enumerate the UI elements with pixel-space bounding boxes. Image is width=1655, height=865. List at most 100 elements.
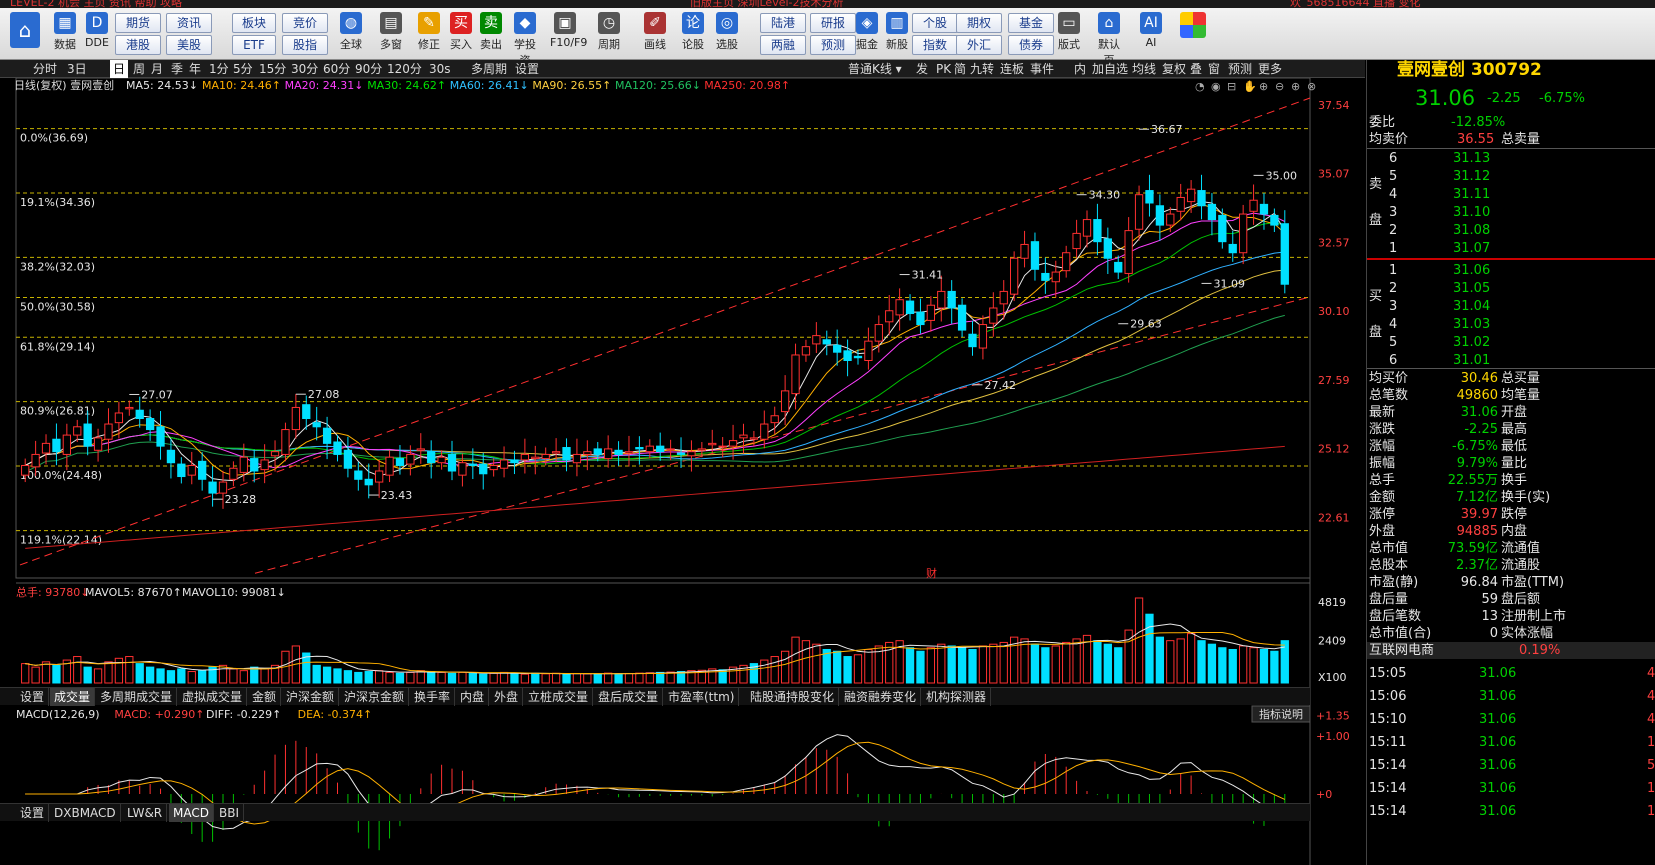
toolbar-button-19[interactable]: ◈ 掘金 <box>852 12 882 58</box>
volume-tabs-tab-2[interactable]: 多周期成交量 <box>96 688 178 706</box>
chart-option-9[interactable]: 均线 <box>1132 60 1156 78</box>
toolbar-button-0[interactable]: ▦ 数据 <box>50 12 80 58</box>
toolbar-pair-button[interactable]: 个股 <box>912 13 958 33</box>
chart-tool-icon-2[interactable]: ⊟ <box>1227 80 1236 93</box>
toolbar-pair-button[interactable]: 板块 <box>232 13 276 33</box>
period-11[interactable]: 60分 <box>320 60 353 78</box>
toolbar-button-1[interactable]: D DDE <box>82 12 112 58</box>
volume-tabs-tab-13[interactable]: 陆股通持股变化 <box>746 688 840 706</box>
chart-area[interactable]: 日线(复权) 壹网壹创 MA5: 24.53↓ MA10: 24.46↑ MA20: … <box>0 77 1365 865</box>
volume-tabs-tab-5[interactable]: 沪深金额 <box>282 688 340 706</box>
toolbar-button-13[interactable]: ◷ 周期 <box>594 12 624 58</box>
volume-tabs-tab-10[interactable]: 立桩成交量 <box>524 688 594 706</box>
chart-option-7[interactable]: 内 <box>1074 60 1086 78</box>
period-1[interactable]: 3日 <box>64 60 90 78</box>
period-7[interactable]: 1分 <box>206 60 232 78</box>
volume-tabs-tab-11[interactable]: 盘后成交量 <box>594 688 664 706</box>
volume-tabs-tab-1[interactable]: 成交量 <box>50 688 96 706</box>
toolbar-pair-button[interactable]: 陆港 <box>760 13 806 33</box>
toolbar-pair-button[interactable]: 预测 <box>810 35 856 55</box>
period-13[interactable]: 120分 <box>384 60 425 78</box>
period-16[interactable]: 设置 <box>512 60 542 78</box>
toolbar-button-6[interactable]: ◍ 全球 <box>336 12 366 58</box>
toolbar-pair-button[interactable]: 债券 <box>1008 35 1054 55</box>
toolbar-button-16[interactable]: ◎ 选股 <box>712 12 742 58</box>
toolbar-button-25[interactable]: ⌂默认页 <box>1094 12 1124 67</box>
home-icon[interactable]: ⌂ <box>8 12 42 58</box>
toolbar-pair-button[interactable]: 美股 <box>166 35 212 55</box>
toolbar-button-24[interactable]: ▭ 版式 <box>1054 12 1084 58</box>
toolbar-button-8[interactable]: ✎ 修正 <box>414 12 444 58</box>
toolbar-button-7[interactable]: ▤ 多窗 <box>376 12 406 58</box>
volume-tabs-tab-7[interactable]: 换手率 <box>410 688 456 706</box>
macd-tabs-tab-4[interactable]: BBI <box>215 804 245 822</box>
toolbar-pair-button[interactable]: 资讯 <box>166 13 212 33</box>
chart-tool-icon-1[interactable]: ◉ <box>1211 80 1221 93</box>
toolbar-pair-button[interactable]: 指数 <box>912 35 958 55</box>
macd-help-button[interactable]: 指标说明 <box>1259 707 1303 721</box>
period-14[interactable]: 30s <box>426 60 454 78</box>
volume-tabs-tab-0[interactable]: 设置 <box>16 688 50 706</box>
period-9[interactable]: 15分 <box>256 60 289 78</box>
chart-option-12[interactable]: 窗 <box>1208 60 1220 78</box>
toolbar-button-9[interactable]: 买买入 <box>446 12 476 58</box>
period-5[interactable]: 季 <box>168 60 186 78</box>
toolbar-pair-button[interactable]: 港股 <box>115 35 161 55</box>
chart-option-1[interactable]: 发 <box>916 60 928 78</box>
chart-option-3[interactable]: 简 <box>954 60 966 78</box>
toolbar-pair-button[interactable]: 基金 <box>1008 13 1054 33</box>
period-2[interactable]: 日 <box>110 60 129 78</box>
period-6[interactable]: 年 <box>186 60 204 78</box>
volume-tabs-tab-4[interactable]: 金额 <box>248 688 282 706</box>
toolbar-pair-button[interactable]: 期权 <box>956 13 1002 33</box>
chart-tool-icon-6[interactable]: ⊕ <box>1291 80 1300 93</box>
volume-tabs-tab-8[interactable]: 内盘 <box>456 688 490 706</box>
volume-tabs-tab-6[interactable]: 沪深京金额 <box>340 688 410 706</box>
chart-tool-icon-7[interactable]: ⊗ <box>1307 80 1316 93</box>
chart-option-2[interactable]: PK <box>936 60 951 78</box>
toolbar-button-11[interactable]: ◆学投资 <box>510 12 540 67</box>
period-3[interactable]: 周 <box>130 60 148 78</box>
toolbar-pair-button[interactable]: 外汇 <box>956 35 1002 55</box>
event-marker[interactable]: 财 <box>926 566 937 580</box>
period-4[interactable]: 月 <box>148 60 166 78</box>
period-0[interactable]: 分时 <box>30 60 60 78</box>
macd-tabs-tab-2[interactable]: LW&R <box>123 804 168 822</box>
chart-option-13[interactable]: 预测 <box>1228 60 1252 78</box>
period-15[interactable]: 多周期 <box>468 60 510 78</box>
toolbar-pair-button[interactable]: 竞价 <box>282 13 328 33</box>
toolbar-button-15[interactable]: 论论股 <box>678 12 708 58</box>
chart-tool-icon-3[interactable]: ✋ <box>1243 80 1257 93</box>
toolbar-pair-button[interactable]: 研报 <box>810 13 856 33</box>
volume-tabs-tab-15[interactable]: 机构探测器 <box>922 688 992 706</box>
toolbar-button-10[interactable]: 卖卖出 <box>476 12 506 58</box>
volume-tabs-tab-9[interactable]: 外盘 <box>490 688 524 706</box>
chart-option-4[interactable]: 九转 <box>970 60 994 78</box>
toolbar-pair-button[interactable]: 两融 <box>760 35 806 55</box>
chart-option-14[interactable]: 更多 <box>1258 60 1282 78</box>
toolbar-button-14[interactable]: ✐ 画线 <box>640 12 670 58</box>
color-grid-icon[interactable] <box>1178 12 1208 58</box>
toolbar-button-26[interactable]: AI AI <box>1136 12 1166 58</box>
chart-option-5[interactable]: 连板 <box>1000 60 1024 78</box>
chart-option-10[interactable]: 复权 <box>1162 60 1186 78</box>
toolbar-pair-button[interactable]: 期货 <box>115 13 161 33</box>
volume-tabs-tab-3[interactable]: 虚拟成交量 <box>178 688 248 706</box>
chart-option-0[interactable]: 普通K线 ▾ <box>848 60 902 78</box>
chart-option-8[interactable]: 加自选 <box>1092 60 1128 78</box>
chart-tool-icon-5[interactable]: ⊖ <box>1275 80 1284 93</box>
macd-tabs-tab-3[interactable]: MACD <box>169 804 214 822</box>
chart-tool-icon-0[interactable]: ◔ <box>1195 80 1205 93</box>
toolbar-pair-button[interactable]: ETF <box>232 35 276 55</box>
volume-tabs-tab-14[interactable]: 融资融券变化 <box>840 688 922 706</box>
toolbar-button-20[interactable]: ▥ 新股 <box>882 12 912 58</box>
macd-tabs-tab-1[interactable]: DXBMACD <box>50 804 121 822</box>
period-8[interactable]: 5分 <box>230 60 256 78</box>
period-12[interactable]: 90分 <box>352 60 385 78</box>
toolbar-button-12[interactable]: ▣ F10/F9 <box>550 12 587 58</box>
chart-option-6[interactable]: 事件 <box>1030 60 1054 78</box>
chart-option-11[interactable]: 叠 <box>1190 60 1202 78</box>
toolbar-pair-button[interactable]: 股指 <box>282 35 328 55</box>
macd-tabs-tab-0[interactable]: 设置 <box>16 804 50 822</box>
chart-tool-icon-4[interactable]: ⊕ <box>1259 80 1268 93</box>
